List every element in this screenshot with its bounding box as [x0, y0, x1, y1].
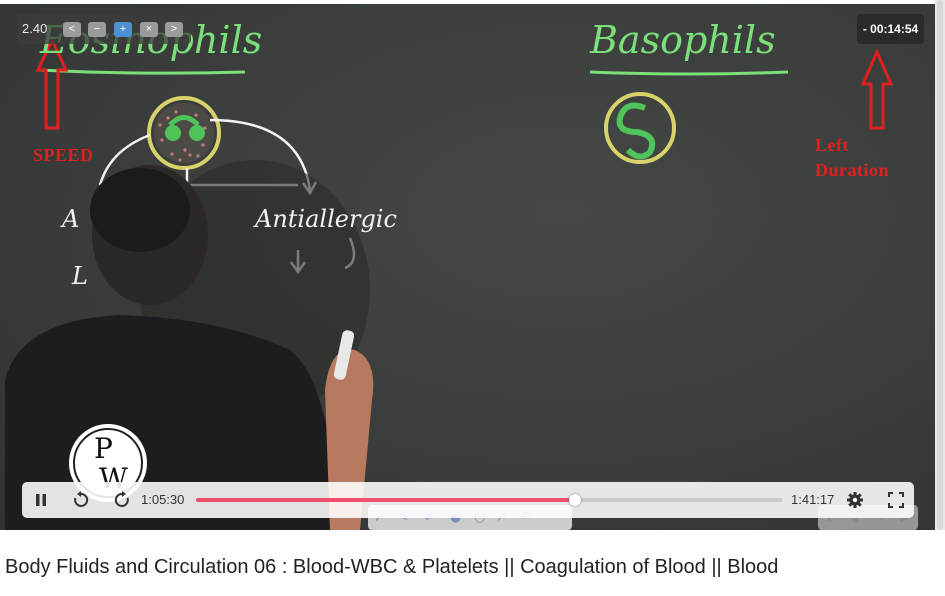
progress-thumb[interactable] — [569, 494, 582, 506]
speed-decrease-button[interactable]: − — [88, 22, 106, 37]
progress-track[interactable] — [196, 494, 782, 506]
label-antiallergic: Antiallergic — [255, 205, 397, 233]
rewind-icon[interactable] — [72, 491, 90, 509]
fullscreen-icon[interactable] — [888, 492, 904, 508]
page-scrollbar[interactable] — [937, 0, 943, 530]
video-player[interactable]: Eosinophils Basophils Antiallergic A L S… — [0, 0, 935, 530]
speed-forward-button[interactable]: > — [165, 22, 183, 37]
player-control-bar: 1:05:30 1:41:17 — [22, 482, 914, 518]
time-remaining-badge: - 00:14:54 — [857, 14, 924, 44]
speed-rewind-button[interactable]: < — [63, 22, 81, 37]
progress-fill — [196, 498, 576, 502]
forward-icon[interactable] — [113, 491, 131, 509]
logo-letter-p: P — [94, 432, 113, 465]
label-fragment-l: L — [72, 262, 88, 290]
speed-controller: 2.40 < − + × > — [17, 14, 191, 44]
duration-annotation: Duration — [815, 160, 890, 180]
speed-reset-button[interactable]: × — [140, 22, 158, 37]
pause-icon[interactable] — [34, 493, 48, 507]
video-title: Body Fluids and Circulation 06 : Blood-W… — [5, 556, 779, 578]
speed-value: 2.40 — [22, 21, 48, 36]
heading-basophils: Basophils — [590, 18, 776, 62]
left-annotation: Left — [815, 135, 849, 155]
speed-annotation: SPEED — [33, 145, 94, 165]
label-fragment-a: A — [62, 205, 80, 233]
total-time: 1:41:17 — [791, 492, 835, 507]
current-time: 1:05:30 — [141, 492, 185, 507]
settings-gear-icon[interactable] — [846, 491, 864, 509]
speed-increase-button[interactable]: + — [114, 22, 132, 37]
